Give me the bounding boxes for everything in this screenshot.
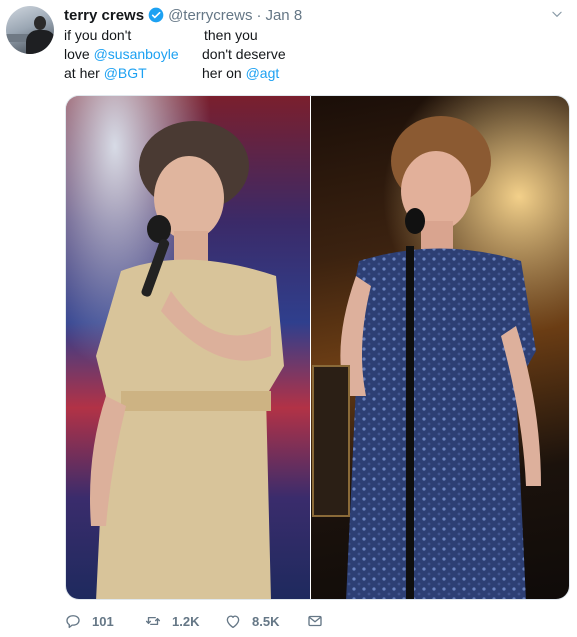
- reply-icon: [66, 615, 80, 629]
- tweet-line: if you don't: [64, 26, 131, 45]
- like-count: 8.5K: [252, 613, 280, 629]
- mention-link[interactable]: @BGT: [104, 65, 147, 81]
- retweet-count: 1.2K: [172, 613, 200, 629]
- text-fragment: don't deserve: [202, 46, 286, 62]
- tweet-line: then you: [204, 26, 258, 45]
- media-photo-right[interactable]: [311, 96, 569, 599]
- direct-message-button[interactable]: [306, 612, 324, 630]
- reply-count: 101: [92, 613, 114, 629]
- tweet-header: terry crews @terrycrews · Jan 8: [64, 6, 302, 24]
- heart-icon: [226, 615, 240, 629]
- like-button[interactable]: 8.5K: [224, 612, 306, 630]
- text-fragment: her on: [202, 65, 246, 81]
- author-name[interactable]: terry crews: [64, 7, 144, 24]
- text-fragment: if you don't: [64, 27, 132, 43]
- text-fragment: love: [64, 46, 94, 62]
- avatar[interactable]: [6, 6, 54, 54]
- retweet-icon: [145, 616, 161, 626]
- mention-link[interactable]: @susanboyle: [94, 46, 179, 62]
- tweet-line: at her @BGT: [64, 64, 147, 83]
- text-fragment: at her: [64, 65, 104, 81]
- tweet-line: love @susanboyle: [64, 45, 179, 64]
- tweet-media[interactable]: [65, 95, 570, 600]
- verified-badge-icon: [148, 7, 164, 23]
- separator-dot: ·: [256, 6, 262, 24]
- more-options-chevron-icon[interactable]: [550, 7, 564, 21]
- media-photo-left[interactable]: [66, 96, 310, 599]
- singer-figure-right: [312, 116, 541, 599]
- mention-link[interactable]: @agt: [246, 65, 280, 81]
- reply-button[interactable]: 101: [64, 612, 144, 630]
- retweet-button[interactable]: 1.2K: [144, 612, 224, 630]
- avatar-head: [34, 16, 46, 30]
- tweet-line: don't deserve: [202, 45, 286, 64]
- singer-figure-left: [90, 121, 284, 599]
- tweet-actions: 101 1.2K 8.5K: [64, 611, 324, 631]
- author-handle[interactable]: @terrycrews: [168, 7, 252, 24]
- text-fragment: then you: [204, 27, 258, 43]
- tweet-date[interactable]: Jan 8: [265, 7, 302, 24]
- tweet-line: her on @agt: [202, 64, 279, 83]
- envelope-icon: [308, 615, 322, 627]
- avatar-body: [26, 30, 54, 54]
